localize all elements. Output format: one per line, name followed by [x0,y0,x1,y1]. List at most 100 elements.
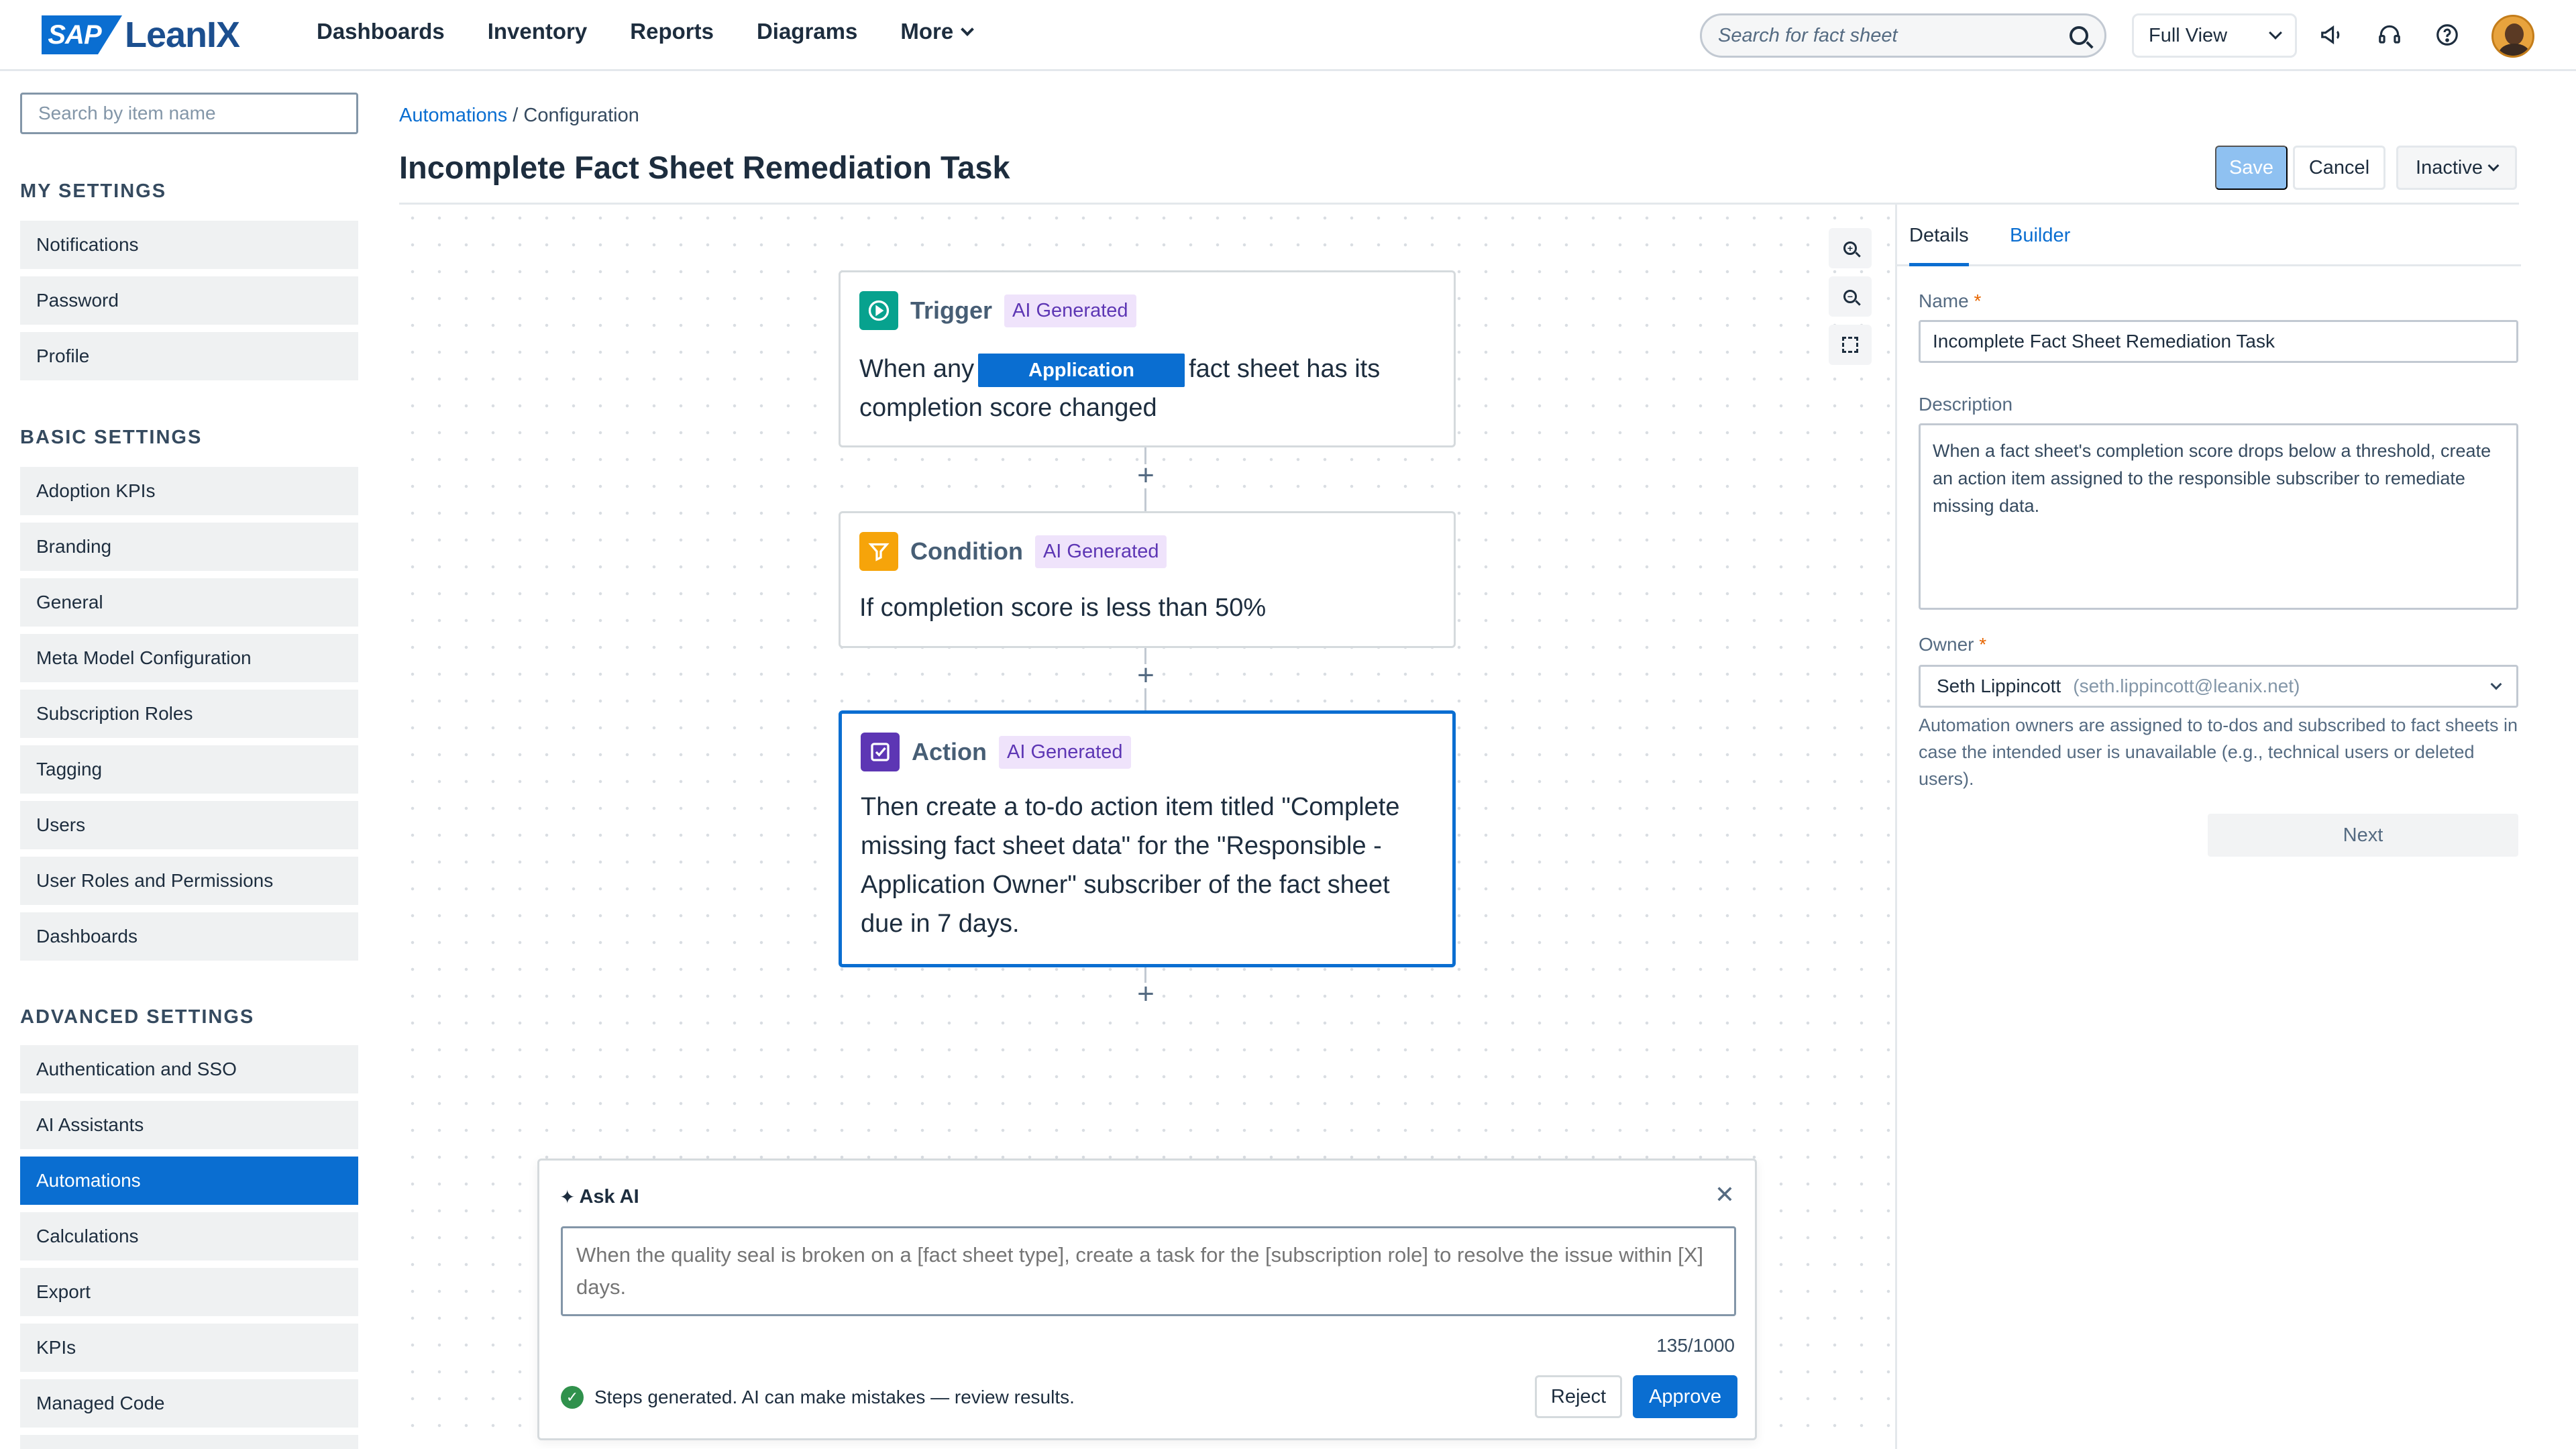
trigger-text: fact sheet has its [1189,355,1381,383]
sidebar-item-automations[interactable]: Automations [20,1157,358,1205]
filter-icon [859,532,898,571]
nav-label: Dashboards [317,19,445,44]
reject-button[interactable]: Reject [1535,1375,1622,1418]
sidebar-item-calculations[interactable]: Calculations [20,1212,358,1260]
nav-inventory[interactable]: Inventory [488,19,588,44]
ai-generated-badge: AI Generated [1034,535,1167,568]
chevron-down-icon [2490,678,2502,690]
breadcrumb-automations-link[interactable]: Automations [399,105,507,126]
nav-more[interactable]: More [900,19,975,44]
owner-label-text: Owner [1919,634,1974,655]
top-bar: SAP LeanIX Dashboards Inventory Reports … [0,0,2576,71]
cancel-button[interactable]: Cancel [2293,146,2385,190]
action-text-line: missing fact sheet data" for the "Respon… [861,832,1382,860]
sidebar-item-profile[interactable]: Profile [20,332,358,380]
megaphone-icon[interactable] [2318,21,2345,48]
sidebar-item-managed-code[interactable]: Managed Code [20,1379,358,1428]
action-description: Then create a to-do action item titled "… [861,788,1399,943]
ask-ai-header: ✦ Ask AI [559,1186,639,1208]
sidebar-search-input[interactable] [20,93,358,134]
view-select[interactable]: Full View [2132,13,2297,58]
nav-label: Inventory [487,19,588,44]
sidebar-item-dashboards[interactable]: Dashboards [20,912,358,961]
fit-view-button[interactable] [1829,325,1872,365]
owner-label: Owner * [1919,634,1986,655]
name-field[interactable] [1919,320,2518,363]
nav-label: Diagrams [756,19,858,44]
approve-button[interactable]: Approve [1633,1375,1737,1418]
add-step-button[interactable]: + [1134,661,1158,690]
name-label: Name * [1919,290,1981,312]
fact-sheet-search-input[interactable] [1718,24,2067,47]
sidebar-item-branding[interactable]: Branding [20,523,358,571]
leanix-logo-text: LeanIX [125,15,240,55]
nav-reports[interactable]: Reports [630,19,714,44]
play-circle-icon [859,291,898,330]
sparkle-icon: ✦ [559,1187,576,1208]
status-dropdown[interactable]: Inactive [2396,146,2517,190]
breadcrumb: Automations / Configuration [399,105,639,127]
sap-logo: SAP [42,15,122,54]
sidebar-item-ai-assistants[interactable]: AI Assistants [20,1101,358,1149]
owner-email: (seth.lippincott@leanix.net) [2073,676,2300,696]
trigger-text: completion score changed [859,394,1157,422]
condition-text: If completion score is less than 50% [859,594,1267,622]
nav-diagrams[interactable]: Diagrams [757,19,857,44]
success-check-icon: ✓ [561,1386,584,1409]
add-step-button[interactable]: + [1134,979,1158,1009]
next-button[interactable]: Next [2208,814,2518,857]
trigger-node[interactable]: Trigger AI Generated When any Application… [839,270,1456,447]
sidebar-item-tagging[interactable]: Tagging [20,745,358,794]
ai-generated-badge: AI Generated [999,735,1131,769]
user-avatar[interactable] [2491,15,2534,58]
sidebar-item-adoption-kpis[interactable]: Adoption KPIs [20,467,358,515]
settings-sidebar: MY SETTINGS Notifications Password Profi… [0,73,376,1449]
save-button[interactable]: Save [2215,146,2288,190]
owner-help-text: Automation owners are assigned to to-dos… [1919,715,2518,789]
sidebar-item-kpis[interactable]: KPIs [20,1324,358,1372]
sidebar-item-export[interactable]: Export [20,1268,358,1316]
sidebar-item-general[interactable]: General [20,578,358,627]
tab-details[interactable]: Details [1909,225,1969,266]
chevron-down-icon [2269,26,2282,40]
condition-node[interactable]: Condition AI Generated If completion sco… [839,511,1456,648]
sidebar-item-subscription-roles[interactable]: Subscription Roles [20,690,358,738]
action-node-header: Action AI Generated [861,733,1131,771]
checkbox-task-icon [861,733,900,771]
fit-view-icon [1842,337,1858,353]
sidebar-item-authentication[interactable]: Authentication and SSO [20,1045,358,1093]
required-mark: * [1979,634,1987,655]
chevron-down-icon [961,23,975,36]
generation-status-text: Steps generated. AI can make mistakes — … [594,1387,1075,1407]
sidebar-item-user-roles[interactable]: User Roles and Permissions [20,857,358,905]
sidebar-item-password[interactable]: Password [20,276,358,325]
sidebar-item-meta-model[interactable]: Meta Model Configuration [20,634,358,682]
breadcrumb-separator: / [507,105,524,126]
search-icon[interactable] [2070,26,2088,45]
status-dropdown-label: Inactive [2416,156,2483,178]
character-counter: 135/1000 [1656,1335,1735,1356]
fact-sheet-type-chip[interactable]: Application [978,353,1185,387]
main-nav: Dashboards Inventory Reports Diagrams Mo… [317,19,975,44]
help-icon[interactable] [2434,21,2461,48]
headset-icon[interactable] [2376,21,2403,48]
fact-sheet-search [1700,13,2106,58]
sidebar-item-notifications-center[interactable]: Notifications Center [20,1435,358,1449]
tab-builder[interactable]: Builder [2010,225,2070,247]
zoom-in-button[interactable]: + [1829,228,1872,268]
nav-dashboards[interactable]: Dashboards [317,19,445,44]
description-field[interactable]: When a fact sheet's completion score dro… [1919,423,2518,610]
action-node[interactable]: Action AI Generated Then create a to-do … [839,710,1456,967]
sidebar-item-users[interactable]: Users [20,801,358,849]
action-text-line: due in 7 days. [861,910,1020,938]
action-text-line: Application Owner" subscriber of the fac… [861,871,1390,899]
zoom-out-icon: − [1843,290,1857,303]
close-icon[interactable]: ✕ [1715,1181,1735,1209]
ask-ai-prompt-input[interactable] [561,1226,1736,1316]
owner-select[interactable]: Seth Lippincott (seth.lippincott@leanix.… [1919,665,2518,708]
trigger-text: When any [859,355,975,383]
sidebar-item-notifications[interactable]: Notifications [20,221,358,269]
add-step-button[interactable]: + [1134,461,1158,490]
zoom-out-button[interactable]: − [1829,276,1872,317]
sap-leanix-logo[interactable]: SAP LeanIX [42,15,240,55]
